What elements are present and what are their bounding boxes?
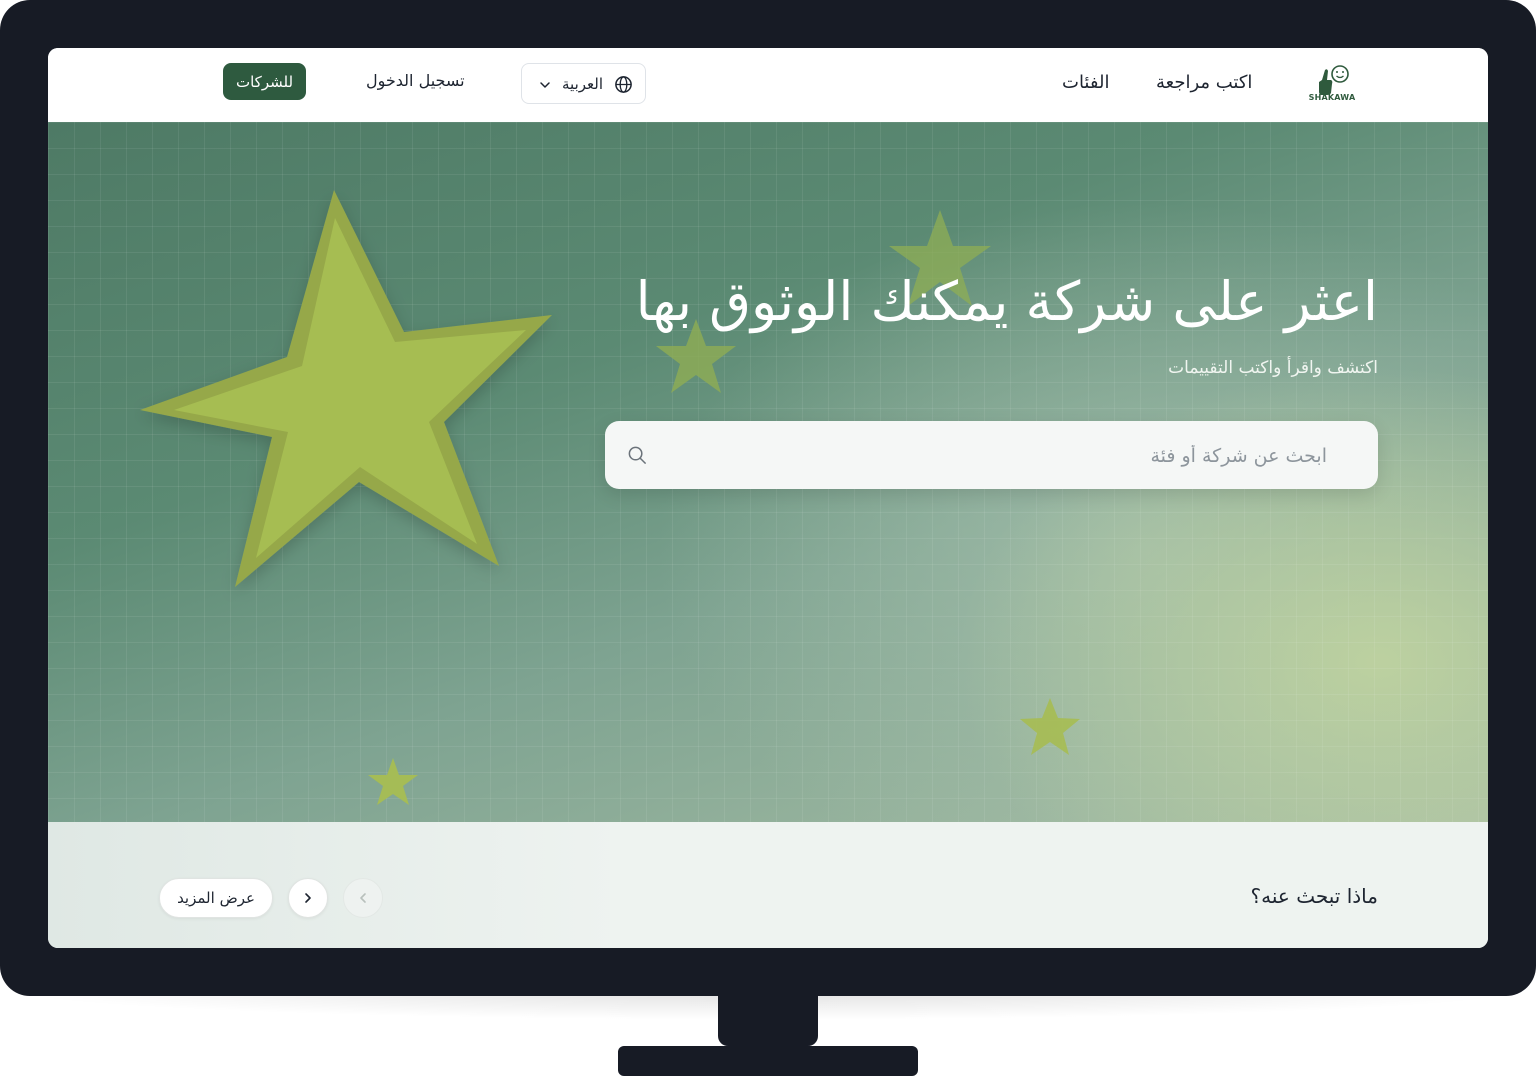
- carousel-next-button[interactable]: [288, 878, 328, 918]
- top-navbar: SHAKAWA اكتب مراجعة الفئات العربية تسجيل…: [48, 48, 1488, 122]
- categories-section: ماذا تبحث عنه؟ عرض المزيد: [48, 822, 1488, 948]
- monitor-stand-neck: [718, 996, 818, 1046]
- monitor-frame: SHAKAWA اكتب مراجعة الفئات العربية تسجيل…: [0, 0, 1536, 996]
- search-input[interactable]: [665, 421, 1329, 491]
- monitor-stand-base: [618, 1046, 918, 1076]
- carousel-prev-button[interactable]: [343, 878, 383, 918]
- hero-subtitle: اكتشف واقرأ واكتب التقييمات: [1168, 358, 1378, 378]
- for-business-button[interactable]: للشركات: [223, 63, 306, 100]
- search-bar[interactable]: [605, 421, 1378, 491]
- logo-text: SHAKAWA: [1308, 93, 1356, 102]
- nav-categories[interactable]: الفئات: [1062, 72, 1109, 93]
- show-more-button[interactable]: عرض المزيد: [159, 878, 273, 918]
- browser-screen: SHAKAWA اكتب مراجعة الفئات العربية تسجيل…: [48, 48, 1488, 948]
- login-link[interactable]: تسجيل الدخول: [366, 71, 465, 90]
- hero-title: اعثر على شركة يمكنك الوثوق بها: [635, 270, 1378, 333]
- language-select[interactable]: العربية: [521, 63, 646, 104]
- hero-section: اعثر على شركة يمكنك الوثوق بها اكتشف واق…: [48, 122, 1488, 822]
- globe-icon: [615, 76, 632, 93]
- language-label: العربية: [562, 75, 603, 93]
- chevron-down-icon: [540, 82, 550, 88]
- chevron-right-icon: [305, 893, 311, 903]
- star-decoration-bottom-left: [368, 758, 418, 805]
- search-icon[interactable]: [627, 445, 648, 466]
- large-star-decoration: [140, 190, 552, 587]
- section-title: ماذا تبحث عنه؟: [1250, 884, 1378, 908]
- star-decoration-bottom-right: [1020, 698, 1080, 755]
- chevron-left-icon: [360, 893, 366, 903]
- nav-write-review[interactable]: اكتب مراجعة: [1156, 72, 1252, 93]
